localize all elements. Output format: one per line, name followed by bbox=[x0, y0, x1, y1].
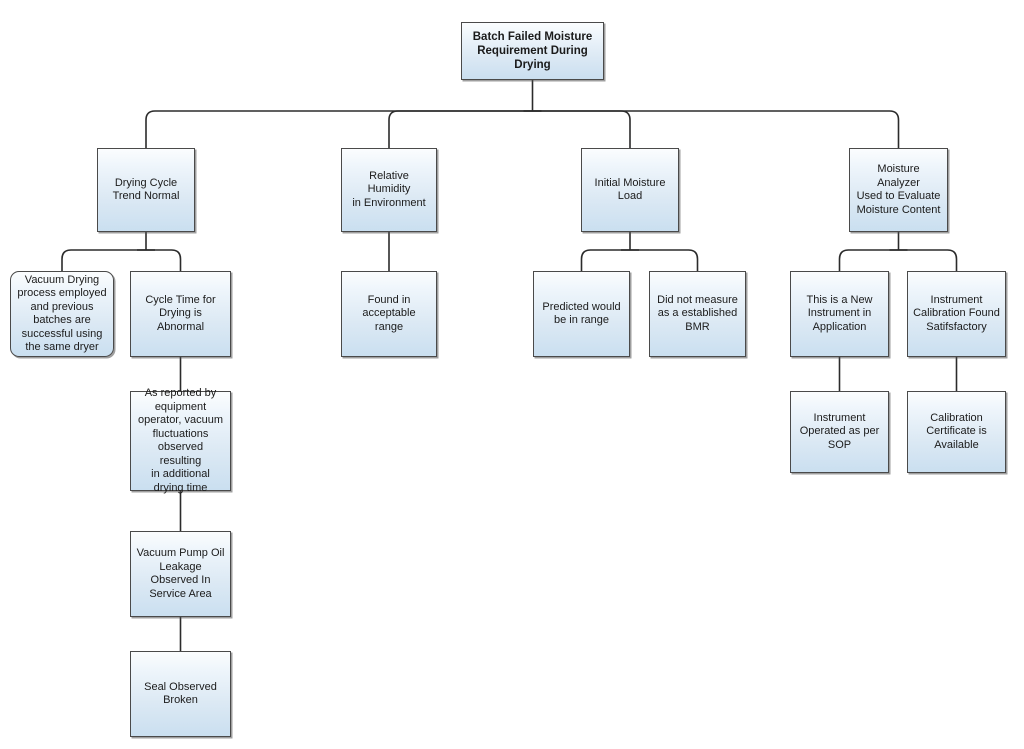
node-batch-failed-moisture-requirement[interactable]: Batch Failed Moisture Requirement During… bbox=[461, 22, 604, 80]
node-label: Found in acceptable range bbox=[362, 293, 416, 333]
edge-moisture-analyzer-to-new-instrument bbox=[838, 249, 899, 271]
edge-root-to-drying-cycle bbox=[145, 110, 533, 148]
diagram-canvas: Batch Failed Moisture Requirement During… bbox=[0, 0, 1024, 749]
node-label: Calibration Certificate is Available bbox=[926, 411, 987, 451]
node-label: Relative Humidity in Environment bbox=[352, 169, 426, 209]
node-label: Initial Moisture Load bbox=[594, 176, 666, 203]
node-label: Did not measure as a established BMR bbox=[657, 293, 738, 333]
edge-drying-cycle-to-cycle-time bbox=[146, 249, 182, 271]
node-calibration-certificate-is-available[interactable]: Calibration Certificate is Available bbox=[907, 391, 1006, 473]
edge-root-to-moisture-analyzer bbox=[532, 110, 900, 148]
node-label: Batch Failed Moisture Requirement During… bbox=[472, 31, 593, 71]
edge-initial-moisture-to-predicted-range bbox=[580, 249, 630, 271]
node-found-in-acceptable-range[interactable]: Found in acceptable range bbox=[341, 271, 437, 357]
node-label: Vacuum Drying process employed and previ… bbox=[17, 273, 107, 354]
node-this-is-a-new-instrument-in-application[interactable]: This is a New Instrument in Application bbox=[790, 271, 889, 357]
node-initial-moisture-load[interactable]: Initial Moisture Load bbox=[581, 148, 679, 232]
node-label: As reported by equipment operator, vacuu… bbox=[138, 387, 223, 494]
node-instrument-calibration-found-satifsfactory[interactable]: Instrument Calibration Found Satifsfacto… bbox=[907, 271, 1006, 357]
edge-root-to-initial-moisture bbox=[532, 110, 631, 148]
node-cycle-time-for-drying-is-abnormal[interactable]: Cycle Time for Drying is Abnormal bbox=[130, 271, 231, 357]
node-label: Drying Cycle Trend Normal bbox=[112, 176, 180, 203]
edge-moisture-analyzer-to-calibration-found bbox=[898, 249, 958, 271]
node-label: Seal Observed Broken bbox=[144, 680, 217, 707]
node-vacuum-drying-process-employed[interactable]: Vacuum Drying process employed and previ… bbox=[10, 271, 114, 357]
node-predicted-would-be-in-range[interactable]: Predicted would be in range bbox=[533, 271, 630, 357]
edge-initial-moisture-to-did-not-measure bbox=[630, 249, 699, 271]
node-did-not-measure-as-a-established-bmr[interactable]: Did not measure as a established BMR bbox=[649, 271, 746, 357]
edge-root-to-relative-humidity bbox=[388, 110, 533, 148]
node-instrument-operated-as-per-sop[interactable]: Instrument Operated as per SOP bbox=[790, 391, 889, 473]
node-moisture-analyzer-used-to-evaluate[interactable]: Moisture Analyzer Used to Evaluate Moist… bbox=[849, 148, 948, 232]
node-label: Instrument Calibration Found Satifsfacto… bbox=[913, 293, 1000, 333]
node-label: This is a New Instrument in Application bbox=[806, 293, 873, 333]
node-relative-humidity-in-environment[interactable]: Relative Humidity in Environment bbox=[341, 148, 437, 232]
node-label: Cycle Time for Drying is Abnormal bbox=[145, 293, 216, 333]
node-label: Instrument Operated as per SOP bbox=[799, 411, 880, 451]
edge-drying-cycle-to-vacuum-drying bbox=[61, 249, 146, 271]
node-label: Vacuum Pump Oil Leakage Observed In Serv… bbox=[136, 547, 225, 600]
node-as-reported-by-equipment-operator[interactable]: As reported by equipment operator, vacuu… bbox=[130, 387, 231, 494]
connector-layer bbox=[61, 80, 958, 651]
node-vacuum-pump-oil-leakage-observed[interactable]: Vacuum Pump Oil Leakage Observed In Serv… bbox=[130, 531, 231, 617]
node-label: Moisture Analyzer Used to Evaluate Moist… bbox=[856, 163, 941, 216]
node-seal-observed-broken[interactable]: Seal Observed Broken bbox=[130, 651, 231, 737]
node-label: Predicted would be in range bbox=[542, 300, 621, 327]
node-drying-cycle-trend-normal[interactable]: Drying Cycle Trend Normal bbox=[97, 148, 195, 232]
